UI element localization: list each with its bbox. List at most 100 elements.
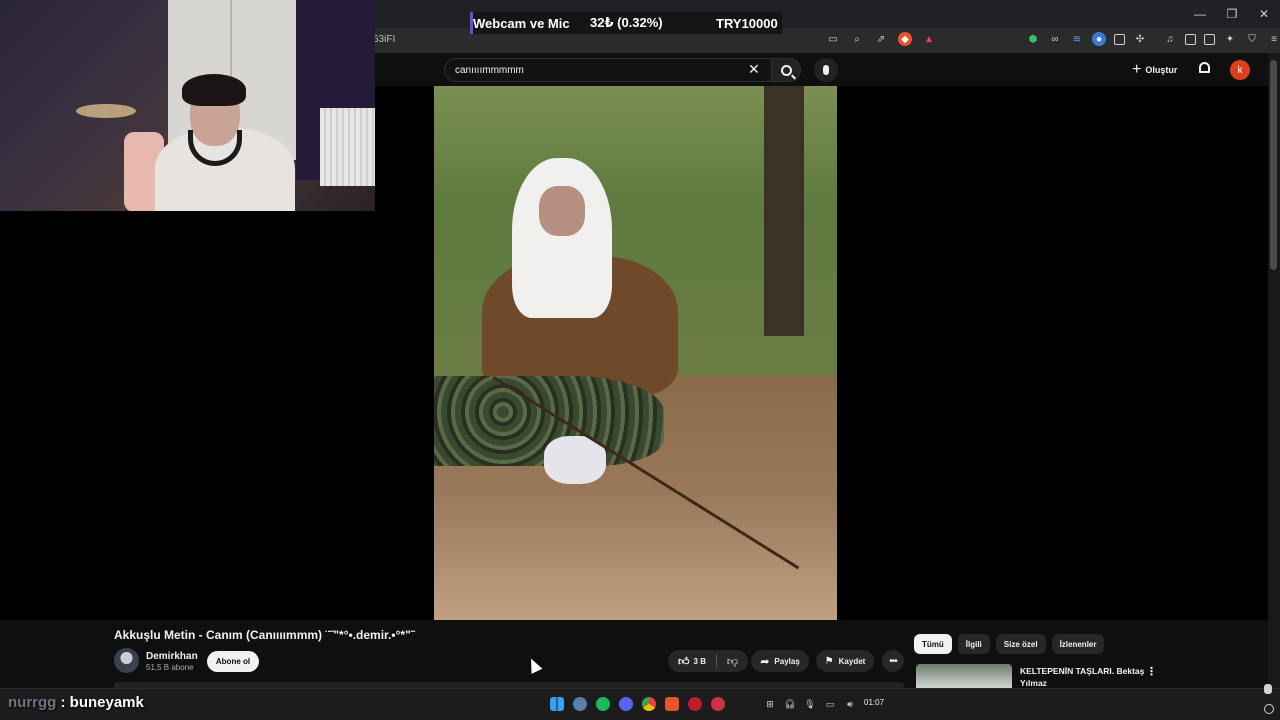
spotify-icon[interactable] <box>596 697 610 711</box>
webcam-person-hair <box>182 74 246 106</box>
screenshot-extension-icon[interactable] <box>1114 34 1125 45</box>
screen: — ❐ ✕ 53iFI ▭ ⌕ ⇗ ◆ ▲ ⬢ ∞ ≋ ● ✣ ♫ ✦ ⛉ ≡ <box>0 0 1280 720</box>
mouse-cursor-icon <box>525 656 543 674</box>
like-count: 3 B <box>693 656 706 666</box>
clear-search-icon[interactable]: ✕ <box>748 61 760 78</box>
plus-icon: + <box>1132 61 1142 78</box>
shield-extension-icon[interactable]: ⬢ <box>1026 32 1040 46</box>
incognito-extension-icon[interactable]: ∞ <box>1048 32 1062 46</box>
video-woman-headscarf <box>512 158 612 318</box>
save-label: Kaydet <box>838 656 866 666</box>
chat-text: buneyamk <box>69 694 144 711</box>
window-controls: — ❐ ✕ <box>1184 0 1280 28</box>
share-arrow-icon: ➦ <box>760 655 770 668</box>
notifications-button[interactable] <box>1198 62 1212 76</box>
taskbar-clock[interactable]: 01:07 <box>864 698 884 707</box>
account-avatar[interactable]: k <box>1230 60 1250 80</box>
tray-microphone-icon[interactable]: 🎙︎ <box>804 698 816 710</box>
chip-for-you[interactable]: Size özel <box>995 634 1046 654</box>
dislike-button[interactable]: 👎︎ <box>717 650 748 672</box>
video-frame-image[interactable] <box>434 86 837 620</box>
page-scrollbar-thumb[interactable] <box>1270 60 1277 270</box>
sidebar-toggle-icon[interactable] <box>1185 34 1196 45</box>
discord-icon[interactable] <box>619 697 633 711</box>
cast-icon[interactable]: ▭ <box>826 32 840 46</box>
system-tray: ⊞ 🎧︎ 🎙︎ ▭ 🔊︎ <box>764 698 856 710</box>
address-bar-actions: ▭ ⌕ ⇗ ◆ ▲ <box>826 32 936 46</box>
brave-rewards-icon[interactable]: ▲ <box>922 32 936 46</box>
chip-related[interactable]: İlgili <box>957 634 990 654</box>
save-button[interactable]: ⚑ Kaydet <box>816 650 874 672</box>
create-label: Oluştur <box>1145 65 1178 75</box>
bell-icon <box>1199 62 1210 73</box>
brave-icon[interactable] <box>665 697 679 711</box>
close-icon[interactable]: ✕ <box>1248 0 1280 28</box>
donation-goal-bar: Webcam ve Mic 32₺ (0.32%) TRY10000 <box>470 12 782 34</box>
search-input[interactable]: canıııımmmmm <box>444 58 773 82</box>
volume-icon[interactable]: 🔊︎ <box>844 698 856 710</box>
address-bar-text[interactable]: 53iFI <box>373 34 395 45</box>
headphones-icon[interactable]: 🎧︎ <box>784 698 796 710</box>
minimize-icon[interactable]: — <box>1184 0 1216 28</box>
thumbs-up-icon: 👍︎ <box>678 655 690 668</box>
more-dots-icon: ••• <box>889 655 897 667</box>
restore-icon[interactable]: ❐ <box>1216 0 1248 28</box>
brave-shield-icon[interactable]: ◆ <box>898 32 912 46</box>
mic-in-use-icon <box>1264 684 1272 694</box>
taskbar-apps <box>550 697 725 711</box>
recommendation-menu-icon[interactable]: ⋮ <box>1146 665 1157 678</box>
apps-grid-icon[interactable]: ⊞ <box>764 698 776 710</box>
notification-center-icon[interactable] <box>1264 704 1274 714</box>
thumbs-down-icon: 👎︎ <box>726 655 739 668</box>
windows-taskbar: ⊞ 🎧︎ 🎙︎ ▭ 🔊︎ <box>0 688 1280 720</box>
share-label: Paylaş <box>774 656 800 666</box>
app-settings-icon[interactable] <box>573 697 587 711</box>
more-actions-button[interactable]: ••• <box>882 650 904 672</box>
leo-ai-icon[interactable]: ✦ <box>1223 32 1237 46</box>
zoom-icon[interactable]: ⌕ <box>850 32 864 46</box>
wave-extension-icon[interactable]: ≋ <box>1070 32 1084 46</box>
recommendation-filter-chips: Tümü İlgili Size özel İzlenenler <box>914 634 1105 654</box>
search-icon <box>780 64 792 76</box>
donation-goal-label: Webcam ve Mic <box>473 15 570 31</box>
chat-separator: : <box>60 694 66 711</box>
webcam-table <box>76 104 136 118</box>
windows-start-icon[interactable] <box>550 697 564 711</box>
blue-extension-icon[interactable]: ● <box>1092 32 1106 46</box>
video-woman-face <box>539 186 585 236</box>
voice-search-button[interactable] <box>814 58 838 82</box>
display-icon[interactable]: ▭ <box>824 698 836 710</box>
chat-message: nurrgg : buneyamk <box>8 694 144 711</box>
video-tree <box>764 86 804 336</box>
chip-all[interactable]: Tümü <box>914 634 952 654</box>
like-button[interactable]: 👍︎ 3 B <box>668 650 716 672</box>
channel-name[interactable]: Demirkhan <box>146 651 198 662</box>
puzzle-extensions-icon[interactable]: ✣ <box>1133 32 1147 46</box>
search-input-value: canıııımmmmm <box>455 65 524 76</box>
menu-icon[interactable]: ≡ <box>1267 32 1280 46</box>
chip-watched[interactable]: İzlenenler <box>1051 634 1105 654</box>
share-icon[interactable]: ⇗ <box>874 32 888 46</box>
like-dislike-group: 👍︎ 3 B 👎︎ <box>668 650 748 672</box>
subscribe-button[interactable]: Abone ol <box>207 651 259 672</box>
search-button[interactable] <box>771 58 801 82</box>
bookmark-icon: ⚑ <box>824 655 834 667</box>
wallet-icon[interactable] <box>1204 34 1215 45</box>
recommendation-thumbnail[interactable] <box>916 664 1012 688</box>
recommendation-title[interactable]: KELTEPENİN TAŞLARI. Bektaş Yılmaz <box>1020 665 1145 689</box>
chat-username: nurrgg <box>8 694 57 711</box>
microphone-icon <box>823 65 829 75</box>
red-app-icon[interactable] <box>688 697 702 711</box>
chrome-icon[interactable] <box>642 697 656 711</box>
video-title: Akkuşlu Metin - Canım (Canıııımmm) ¨˜"*°… <box>114 628 415 642</box>
donation-goal-amount: 32₺ (0.32%) <box>590 15 663 30</box>
vpn-icon[interactable]: ⛉ <box>1245 32 1259 46</box>
extension-icons: ⬢ ∞ ≋ ● ✣ ♫ ✦ ⛉ ≡ <box>1026 32 1280 46</box>
pink-app-icon[interactable] <box>711 697 725 711</box>
channel-avatar[interactable] <box>114 648 139 673</box>
webcam-overlay <box>0 0 375 211</box>
media-controls-icon[interactable]: ♫ <box>1163 32 1177 46</box>
donation-goal-target: TRY10000 <box>716 15 778 31</box>
create-button[interactable]: + Oluştur <box>1132 61 1177 79</box>
share-button[interactable]: ➦ Paylaş <box>751 650 809 672</box>
